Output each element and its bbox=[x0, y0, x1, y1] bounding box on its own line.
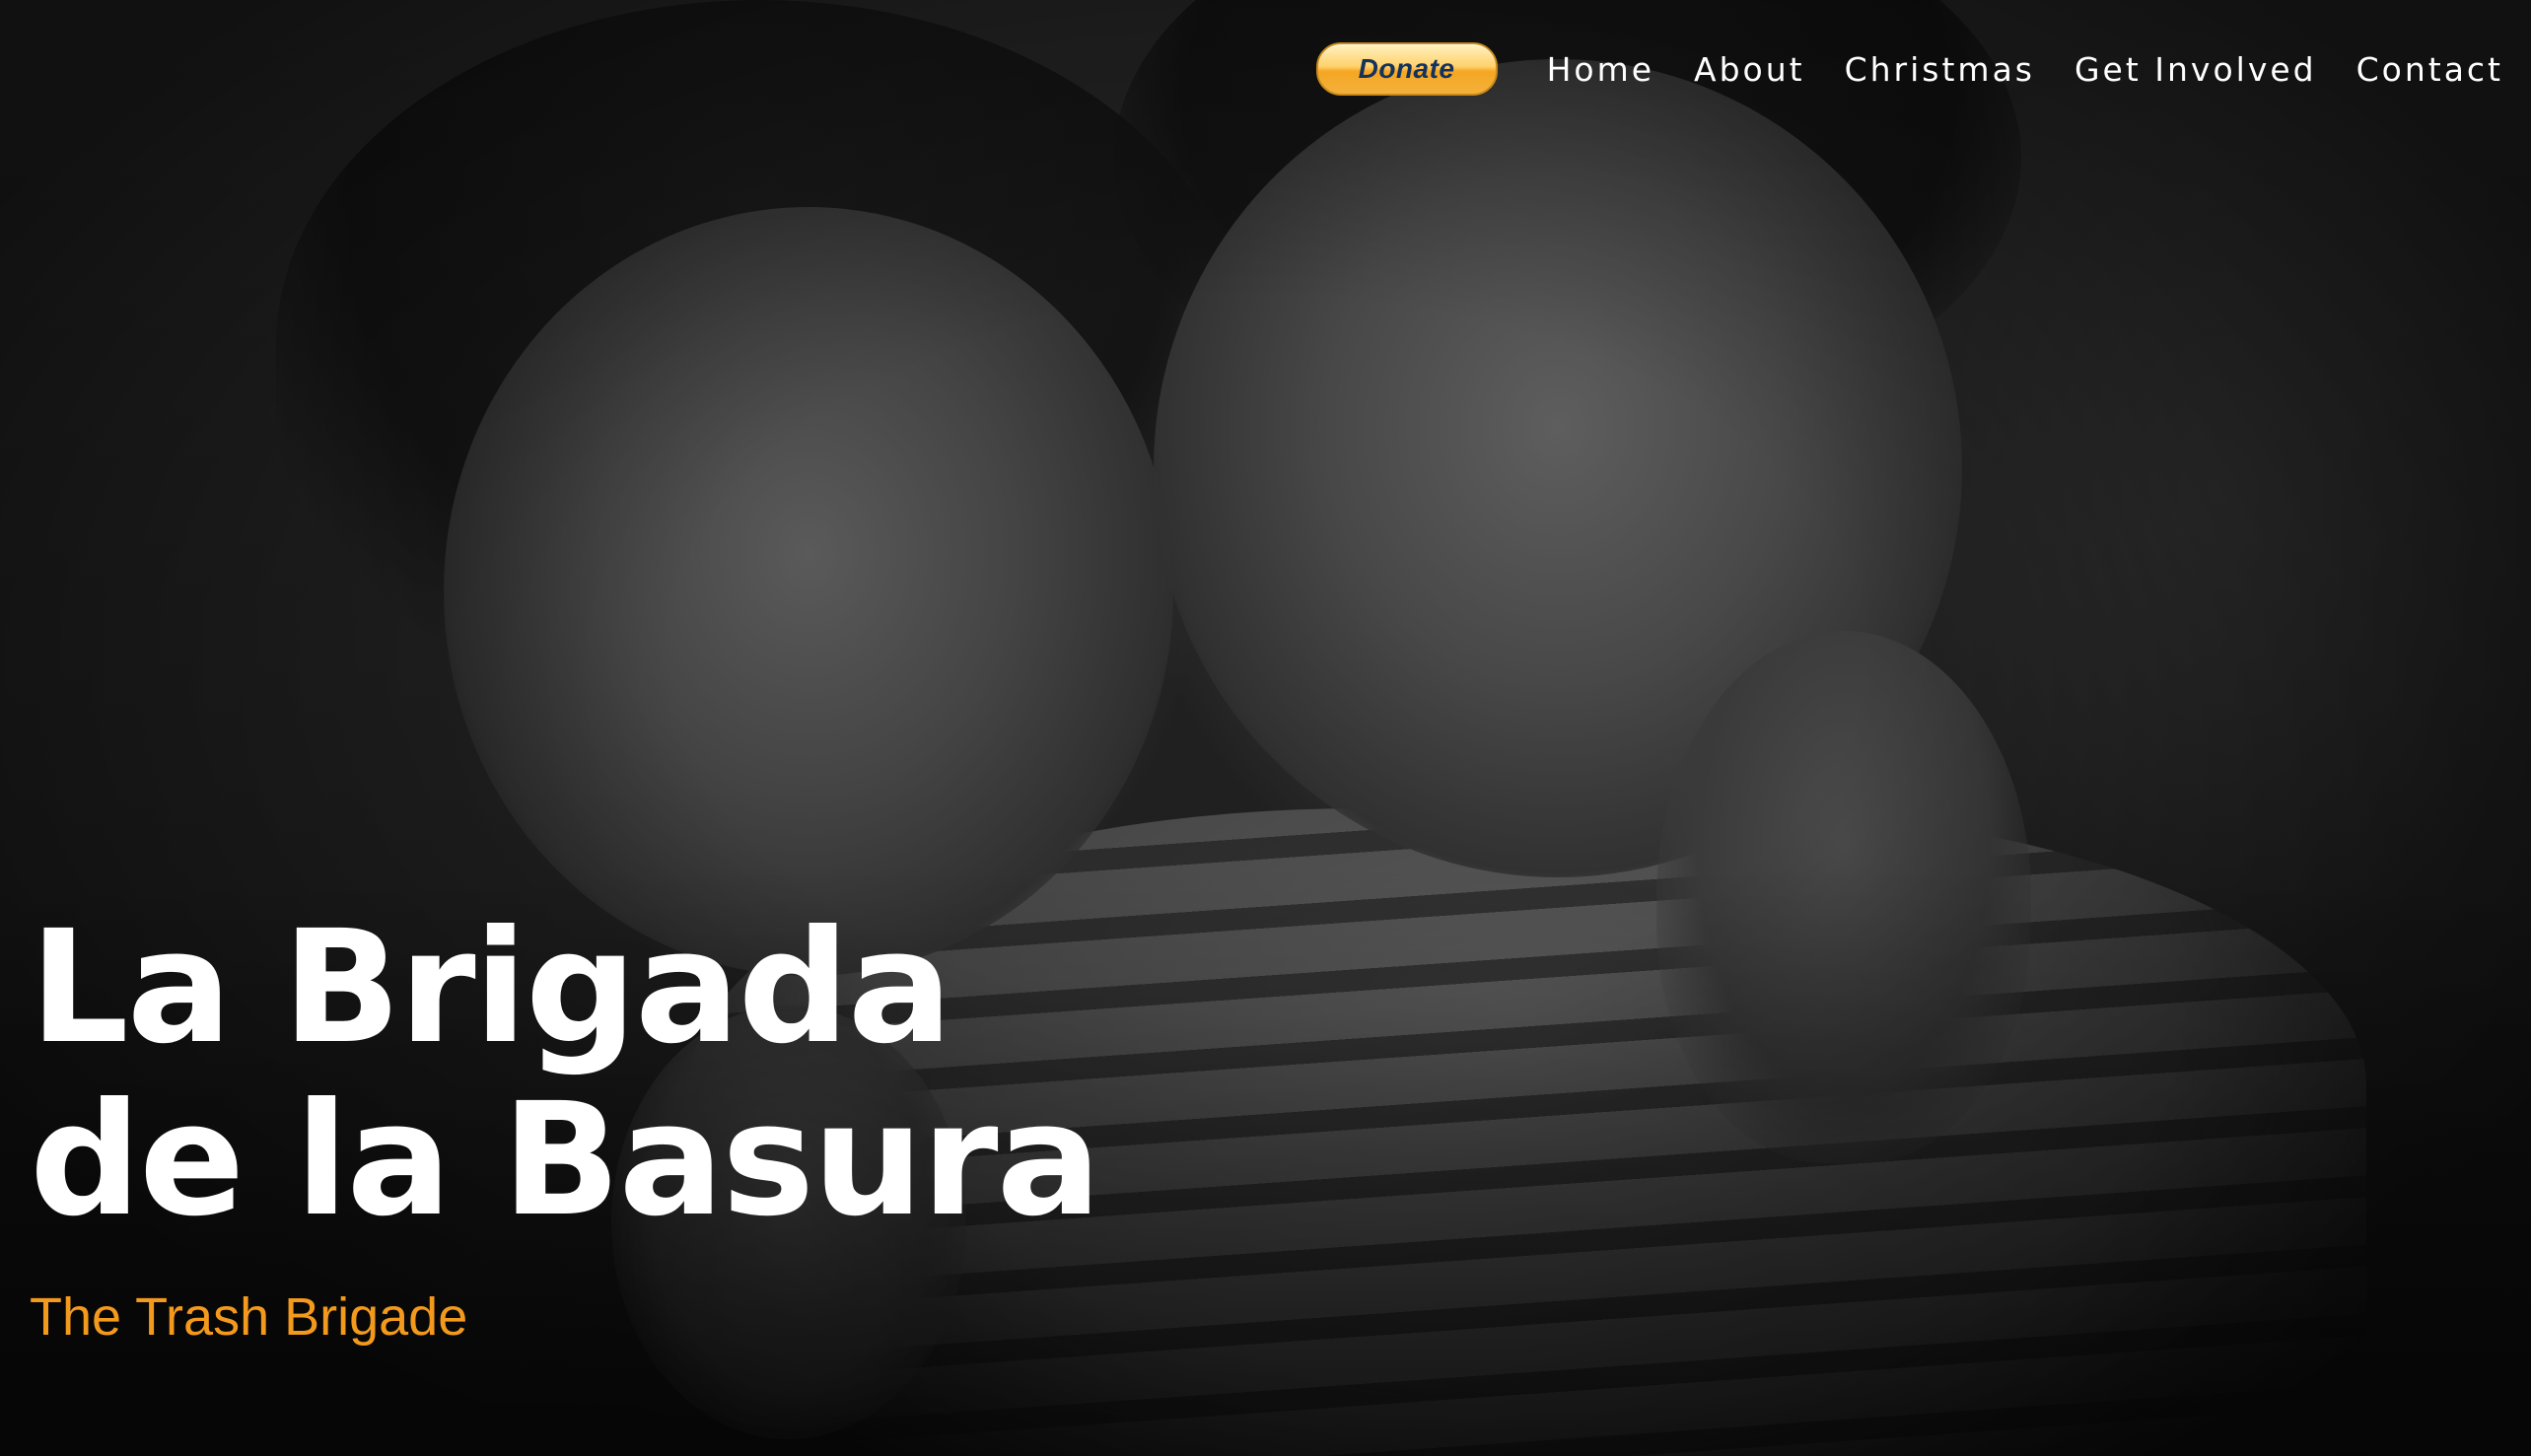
donate-button-label: Donate bbox=[1358, 53, 1455, 84]
nav-christmas[interactable]: Christmas bbox=[1845, 50, 2035, 89]
hero-title-line-1: La Brigada bbox=[30, 897, 952, 1078]
top-navigation: Donate Home About Christmas Get Involved… bbox=[1315, 39, 2503, 99]
hero-title-line-2: de la Basura bbox=[30, 1070, 1101, 1251]
hero-title: La Brigada de la Basura bbox=[30, 897, 1101, 1251]
nav-get-involved[interactable]: Get Involved bbox=[2074, 50, 2317, 89]
nav-about[interactable]: About bbox=[1694, 50, 1805, 89]
hero-section: Donate Home About Christmas Get Involved… bbox=[0, 0, 2531, 1456]
nav-home[interactable]: Home bbox=[1547, 50, 1654, 89]
hero-subtitle: The Trash Brigade bbox=[30, 1287, 468, 1347]
donate-button[interactable]: Donate bbox=[1315, 42, 1498, 96]
nav-menu: Home About Christmas Get Involved Contac… bbox=[1547, 50, 2503, 89]
nav-contact[interactable]: Contact bbox=[2356, 50, 2503, 89]
